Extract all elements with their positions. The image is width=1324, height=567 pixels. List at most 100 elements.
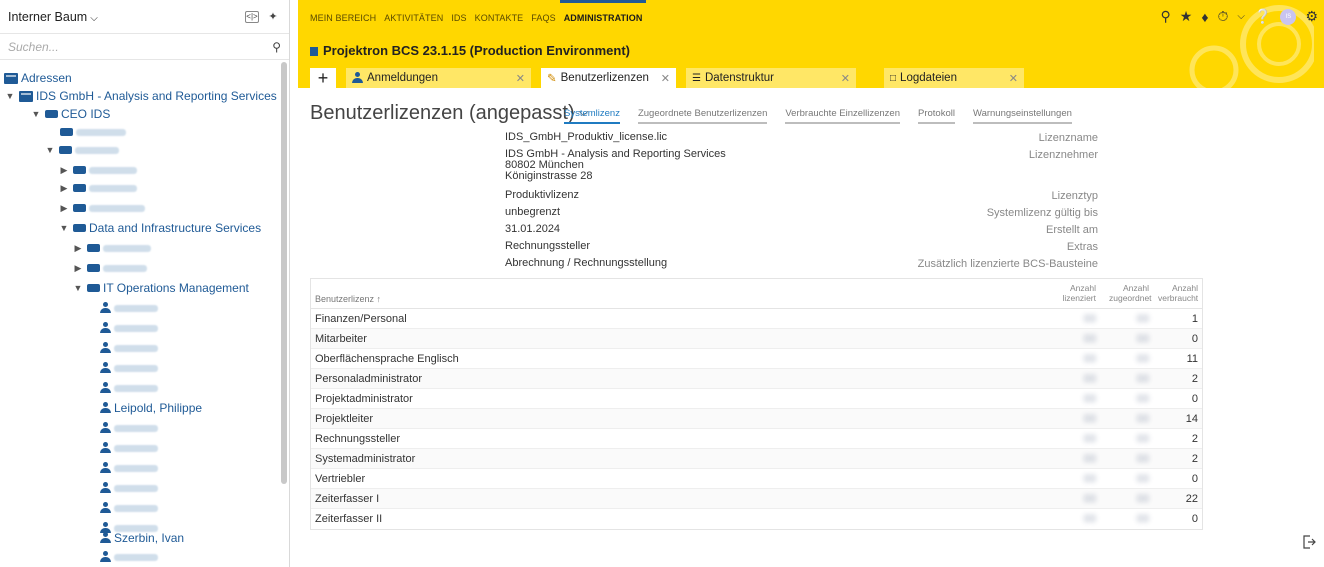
licensed-count-redacted: 00 [1083,373,1096,385]
nav-faqs[interactable]: FAQS [531,13,555,23]
table-row[interactable]: Projektleiter 00 00 14 [311,409,1202,429]
table-row[interactable]: Zeiterfasser II 00 00 0 [311,509,1202,529]
star-icon[interactable]: ★ [1180,8,1193,25]
logout-icon[interactable] [1302,535,1316,549]
table-row[interactable]: Systemadministrator 00 00 2 [311,449,1202,469]
expand-arrow-icon[interactable]: ▶ [58,165,70,176]
tree-item-ceo[interactable]: ▼ CEO IDS [30,104,111,124]
nav-mein-bereich[interactable]: MEIN BEREICH [310,13,376,23]
redacted-label [103,264,147,272]
subtab-warnungen[interactable]: Warnungseinstellungen [972,108,1072,124]
tree-item-person[interactable] [100,358,158,378]
settings-gear-icon[interactable]: ⚙ [1305,8,1318,25]
subtab-verbrauchte[interactable]: Verbrauchte Einzellizenzen [785,108,900,124]
department-icon [73,184,86,192]
environment-title: Projektron BCS 23.1.15 (Production Envir… [310,43,630,58]
sidebar-scrollbar[interactable] [281,62,287,484]
table-row[interactable]: Mitarbeiter 00 00 0 [311,329,1202,349]
timer-icon[interactable]: ⏱ [1217,8,1228,25]
tree-item-person[interactable] [100,547,158,567]
tree-item-redacted[interactable]: ▶ [58,198,145,218]
tree-item-redacted[interactable]: ▶ [58,160,137,180]
property-key: Zusätzlich lizenzierte BCS-Bausteine [917,258,1098,270]
tree-item-person[interactable] [100,318,158,338]
tree-item-redacted[interactable]: ▼ [44,140,119,160]
nav-kontakte[interactable]: KONTAKTE [475,13,524,23]
expand-arrow-icon[interactable]: ▼ [44,145,56,155]
expand-arrow-icon[interactable]: ▼ [30,109,42,119]
tree-item-redacted[interactable]: ▶ [58,178,137,198]
subtab-protokoll[interactable]: Protokoll [917,108,955,124]
column-header-licensed[interactable]: Anzahl lizenziert [1056,283,1096,303]
expand-arrow-icon[interactable]: ▼ [4,91,16,101]
close-icon[interactable]: ✕ [841,72,850,85]
avatar[interactable]: IS [1280,8,1297,25]
tree-item-person[interactable] [100,438,158,458]
expand-arrow-icon[interactable]: ▶ [58,183,70,194]
table-row[interactable]: Projektadministrator 00 00 0 [311,389,1202,409]
page-title[interactable]: Benutzerlizenzen (angepasst) ⌵ [310,102,588,125]
property-key: Lizenzname [1038,132,1098,144]
tab-datenstruktur[interactable]: ☰ Datenstruktur ✕ [686,68,856,88]
tree-item-redacted[interactable]: ▶ [72,238,151,258]
tab-logdateien[interactable]: □ Logdateien ✕ [884,68,1024,88]
tree-item-person[interactable] [100,378,158,398]
table-row[interactable]: Zeiterfasser I 00 00 22 [311,489,1202,509]
redacted-label [89,166,137,174]
expand-arrow-icon[interactable]: ▶ [72,263,84,274]
table-row[interactable]: Finanzen/Personal 00 00 1 [311,309,1202,329]
new-tab-button[interactable]: + [310,68,336,88]
tree-item-person[interactable] [100,418,158,438]
close-icon[interactable]: ✕ [516,72,525,85]
expand-arrow-icon[interactable]: ▼ [72,283,84,293]
nav-administration[interactable]: ADMINISTRATION [559,0,647,23]
tab-label: Datenstruktur [704,72,774,84]
tree-selector[interactable]: Interner Baum ⌵ [8,10,239,24]
tree-item-redacted[interactable] [60,122,126,142]
tree-item-it-ops[interactable]: ▼ IT Operations Management [72,278,249,298]
nav-ids[interactable]: IDS [451,13,466,23]
search-icon[interactable]: ⚲ [272,40,281,54]
search-icon[interactable]: ⚲ [1161,8,1171,25]
tab-anmeldungen[interactable]: Anmeldungen ✕ [346,68,531,88]
tree-item-person[interactable] [100,298,158,318]
expand-arrow-icon[interactable]: ▶ [72,243,84,254]
tab-benutzerlizenzen[interactable]: ✎ Benutzerlizenzen ✕ [541,68,676,88]
assigned-count-redacted: 00 [1136,413,1149,425]
tree-item-person[interactable] [100,498,158,518]
pin-icon[interactable]: ✦ [265,9,281,25]
help-icon[interactable]: ❔ [1254,8,1271,25]
expand-collapse-icon[interactable]: <|> [245,10,259,23]
close-icon[interactable]: ✕ [661,72,670,85]
tree-item-person[interactable] [100,478,158,498]
search-input[interactable] [8,39,273,54]
person-icon [100,302,111,314]
tree-item-data-infra[interactable]: ▼ Data and Infrastructure Services [58,218,262,238]
close-icon[interactable]: ✕ [1009,72,1018,85]
subtab-zugeordnete[interactable]: Zugeordnete Benutzerlizenzen [637,108,768,124]
tree-item-szerbin[interactable]: Szerbin, Ivan [100,528,184,548]
assigned-count-redacted: 00 [1136,433,1149,445]
tree-item-person[interactable] [100,338,158,358]
column-header-license[interactable]: Benutzerlizenz ↑ [315,294,381,304]
tree-item-person[interactable] [100,458,158,478]
license-name: Systemadministrator [315,453,416,465]
licensed-count-redacted: 00 [1083,493,1096,505]
table-row[interactable]: Rechnungssteller 00 00 2 [311,429,1202,449]
table-row[interactable]: Personaladministrator 00 00 2 [311,369,1202,389]
column-header-consumed[interactable]: Anzahl verbraucht [1158,283,1198,303]
expand-arrow-icon[interactable]: ▼ [58,223,70,233]
subtab-systemlizenz[interactable]: Systemlizenz [564,108,620,124]
nav-aktivitaeten[interactable]: AKTIVITÄTEN [384,13,443,23]
expand-arrow-icon[interactable]: ▶ [58,203,70,214]
chevron-down-icon[interactable]: ⌵ [1237,11,1245,22]
column-header-assigned[interactable]: Anzahl zugeordnet [1109,283,1152,303]
header-line: Anzahl [1070,283,1096,293]
tree-item-leipold[interactable]: Leipold, Philippe [100,398,202,418]
table-row[interactable]: Oberflächensprache Englisch 00 00 11 [311,349,1202,369]
table-row[interactable]: Vertriebler 00 00 0 [311,469,1202,489]
tree-item-addresses[interactable]: Adressen [4,68,72,88]
tree-item-redacted[interactable]: ▶ [72,258,147,278]
tree-item-company[interactable]: ▼ IDS GmbH - Analysis and Reporting Serv… [4,86,277,106]
bell-icon[interactable]: ♦ [1201,9,1208,25]
